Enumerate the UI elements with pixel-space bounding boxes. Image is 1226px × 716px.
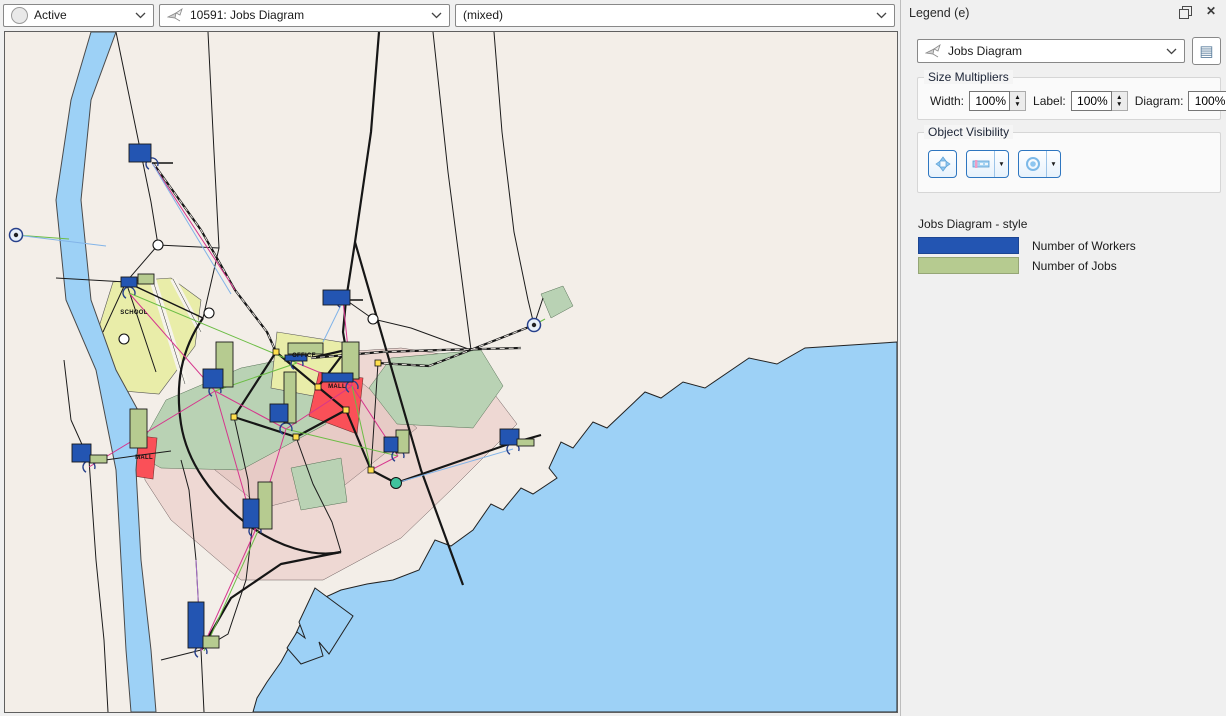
legend-panel-title: Legend (e) bbox=[909, 6, 969, 20]
workers-bar[interactable] bbox=[323, 290, 350, 305]
signal-node[interactable] bbox=[315, 384, 321, 390]
label-label: Label: bbox=[1033, 94, 1066, 108]
list-icon: ▤ bbox=[1199, 42, 1213, 60]
label-input[interactable] bbox=[1071, 91, 1112, 111]
links-visibility-button[interactable]: ▼ bbox=[966, 150, 1009, 178]
nodes-dropdown-arrow[interactable]: ▼ bbox=[1046, 151, 1060, 177]
zones-icon bbox=[929, 151, 956, 177]
signal-node[interactable] bbox=[273, 349, 279, 355]
jobs-bar[interactable] bbox=[90, 455, 107, 463]
desire-line bbox=[152, 163, 231, 294]
zone-label: MALL bbox=[135, 455, 153, 461]
filter-active-combobox[interactable]: Active bbox=[3, 4, 154, 27]
width-spin-buttons[interactable]: ▲ ▼ bbox=[1010, 91, 1026, 111]
spin-up-icon[interactable]: ▲ bbox=[1014, 94, 1020, 101]
width-stepper: ▲ ▼ bbox=[969, 91, 1026, 111]
junction-node[interactable] bbox=[204, 308, 214, 318]
close-icon[interactable]: ✕ bbox=[1206, 5, 1216, 17]
jobs-bar[interactable] bbox=[517, 439, 534, 446]
links-dropdown-arrow[interactable]: ▼ bbox=[994, 151, 1008, 177]
filter-active-value: Active bbox=[34, 8, 67, 22]
zone-label: OFFICE bbox=[292, 353, 316, 359]
label-stepper: ▲ ▼ bbox=[1071, 91, 1128, 111]
jobs-bar[interactable] bbox=[130, 409, 147, 448]
workers-bar[interactable] bbox=[270, 404, 288, 422]
external-station-dot bbox=[14, 233, 18, 237]
signal-node[interactable] bbox=[375, 360, 381, 366]
graphic-parameters-icon bbox=[167, 8, 184, 22]
style-legend: Jobs Diagram - style Number of Workers N… bbox=[918, 217, 1226, 274]
diagram-label: Diagram: bbox=[1135, 94, 1184, 108]
diagram-stepper: ▲ ▼ bbox=[1188, 91, 1226, 111]
graphic-parameters-icon bbox=[925, 44, 942, 58]
links-icon bbox=[967, 151, 994, 177]
legend-item-workers: Number of Workers bbox=[918, 237, 1226, 254]
workers-bar[interactable] bbox=[121, 277, 137, 287]
workers-bar[interactable] bbox=[72, 444, 91, 462]
legend-selector-combobox[interactable]: Jobs Diagram bbox=[917, 39, 1185, 63]
legend-item-jobs: Number of Jobs bbox=[918, 257, 1226, 274]
legend-settings-button[interactable]: ▤ bbox=[1192, 37, 1221, 65]
signal-node[interactable] bbox=[343, 407, 349, 413]
jobs-bar[interactable] bbox=[203, 636, 219, 648]
chevron-down-icon bbox=[876, 12, 887, 19]
object-visibility-title: Object Visibility bbox=[924, 125, 1013, 139]
junction-node[interactable] bbox=[368, 314, 378, 324]
workers-bar[interactable] bbox=[203, 369, 223, 388]
zone-label: SCHOOL bbox=[120, 310, 148, 316]
chevron-down-icon bbox=[135, 12, 146, 19]
legend-selector-value: Jobs Diagram bbox=[948, 44, 1022, 58]
nodes-visibility-button[interactable]: ▼ bbox=[1018, 150, 1061, 178]
signal-node[interactable] bbox=[231, 414, 237, 420]
workers-bar[interactable] bbox=[322, 373, 353, 382]
chevron-down-icon bbox=[1166, 48, 1177, 55]
diagram-input[interactable] bbox=[1188, 91, 1226, 111]
workers-bar[interactable] bbox=[500, 429, 519, 445]
object-visibility-groupbox: Object Visibility bbox=[917, 132, 1221, 193]
mixed-selection-combobox[interactable]: (mixed) bbox=[455, 4, 895, 27]
legend-panel: Legend (e) ✕ Jobs Diagram ▤ Size Multip bbox=[900, 0, 1226, 716]
jobs-label: Number of Jobs bbox=[1032, 259, 1117, 273]
workers-bar[interactable] bbox=[129, 144, 151, 162]
map-view[interactable]: SCHOOL OFFICE MALL MALL bbox=[4, 31, 898, 713]
status-circle-icon bbox=[11, 7, 28, 24]
junction-node[interactable] bbox=[119, 334, 129, 344]
width-input[interactable] bbox=[969, 91, 1010, 111]
stop-node[interactable] bbox=[391, 478, 402, 489]
signal-node[interactable] bbox=[368, 467, 374, 473]
desire-line bbox=[152, 163, 235, 290]
size-multipliers-groupbox: Size Multipliers Width: ▲ ▼ Label: ▲ ▼ D… bbox=[917, 77, 1221, 120]
external-station-dot bbox=[532, 323, 536, 327]
workers-label: Number of Workers bbox=[1032, 239, 1136, 253]
jobs-bar[interactable] bbox=[258, 482, 272, 529]
jobs-bar[interactable] bbox=[138, 274, 154, 284]
junction-node[interactable] bbox=[153, 240, 163, 250]
spin-down-icon[interactable]: ▼ bbox=[1014, 101, 1020, 108]
zones-visibility-button[interactable] bbox=[928, 150, 957, 178]
workers-color-swatch bbox=[918, 237, 1019, 254]
workers-bar[interactable] bbox=[384, 437, 398, 452]
style-legend-title: Jobs Diagram - style bbox=[918, 217, 1226, 231]
spin-down-icon[interactable]: ▼ bbox=[1116, 101, 1122, 108]
top-toolbar: Active 10591: Jobs Diagram (mixed) bbox=[0, 0, 900, 30]
label-spin-buttons[interactable]: ▲ ▼ bbox=[1112, 91, 1128, 111]
mixed-selection-value: (mixed) bbox=[463, 8, 503, 22]
legend-selector-row: Jobs Diagram ▤ bbox=[917, 37, 1221, 65]
spin-up-icon[interactable]: ▲ bbox=[1116, 94, 1122, 101]
chevron-down-icon bbox=[431, 12, 442, 19]
graphic-parameters-combobox[interactable]: 10591: Jobs Diagram bbox=[159, 4, 450, 27]
graphic-parameters-value: 10591: Jobs Diagram bbox=[190, 8, 304, 22]
workers-bar[interactable] bbox=[243, 499, 259, 528]
signal-node[interactable] bbox=[293, 434, 299, 440]
zone-label: MALL bbox=[328, 384, 346, 390]
map-canvas[interactable]: SCHOOL OFFICE MALL MALL bbox=[5, 32, 897, 712]
float-window-icon[interactable] bbox=[1182, 6, 1192, 16]
size-multipliers-title: Size Multipliers bbox=[924, 70, 1013, 84]
nodes-icon bbox=[1019, 151, 1046, 177]
width-label: Width: bbox=[930, 94, 964, 108]
workers-bar[interactable] bbox=[188, 602, 204, 648]
legend-panel-header: Legend (e) ✕ bbox=[901, 0, 1226, 30]
jobs-color-swatch bbox=[918, 257, 1019, 274]
